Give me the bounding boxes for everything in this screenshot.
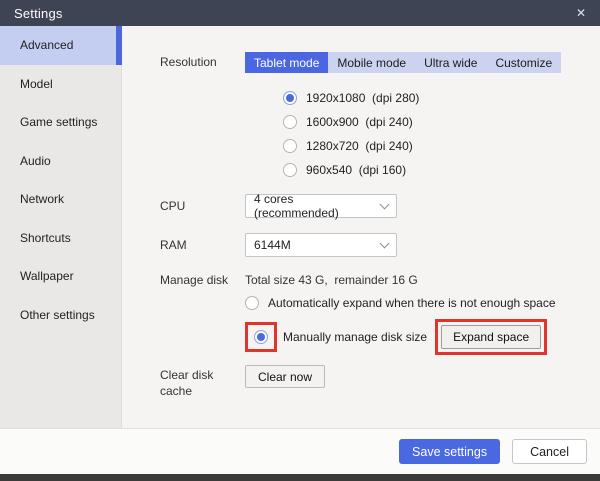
- sidebar-item-label: Wallpaper: [20, 269, 74, 283]
- manual-manage-radio[interactable]: [254, 330, 268, 344]
- titlebar: Settings ✕: [0, 0, 600, 26]
- save-settings-button[interactable]: Save settings: [399, 439, 500, 464]
- tab-tablet-mode[interactable]: Tablet mode: [245, 52, 328, 73]
- resolution-label: Resolution: [160, 52, 245, 73]
- radio-icon: [283, 139, 297, 153]
- clear-now-button[interactable]: Clear now: [245, 365, 325, 388]
- sidebar-item-label: Audio: [20, 154, 51, 168]
- cpu-label: CPU: [160, 194, 245, 218]
- close-icon[interactable]: ✕: [576, 7, 586, 19]
- expand-space-button[interactable]: Expand space: [441, 325, 541, 349]
- clear-cache-row: Clear disk cache Clear now: [160, 365, 600, 399]
- resolution-option-1920x1080[interactable]: 1920x1080 (dpi 280): [283, 86, 600, 110]
- selected-indicator: [116, 26, 122, 65]
- settings-window: Settings ✕ Advanced Model Game settings …: [0, 0, 600, 481]
- radio-icon: [283, 163, 297, 177]
- radio-checked-icon: [283, 91, 297, 105]
- sidebar-item-advanced[interactable]: Advanced: [0, 26, 121, 65]
- auto-expand-option[interactable]: Automatically expand when there is not e…: [245, 290, 556, 316]
- sidebar-item-other-settings[interactable]: Other settings: [0, 296, 121, 335]
- ram-row: RAM 6144M: [160, 233, 600, 257]
- sidebar-item-network[interactable]: Network: [0, 180, 121, 219]
- window-bottom-edge: [0, 474, 600, 481]
- sidebar-item-label: Other settings: [20, 308, 95, 322]
- sidebar-item-label: Model: [20, 77, 53, 91]
- sidebar-item-game-settings[interactable]: Game settings: [0, 103, 121, 142]
- cpu-selected-value: 4 cores (recommended): [254, 192, 381, 220]
- manual-manage-label[interactable]: Manually manage disk size: [283, 330, 427, 344]
- ram-selected-value: 6144M: [254, 238, 291, 252]
- radio-icon: [283, 115, 297, 129]
- resolution-mode-tabs: Tablet mode Mobile mode Ultra wide Custo…: [245, 52, 561, 73]
- resolution-row: Resolution Tablet mode Mobile mode Ultra…: [160, 52, 600, 73]
- manage-disk-row: Manage disk Total size 43 G, remainder 1…: [160, 270, 600, 355]
- ram-label: RAM: [160, 233, 245, 257]
- tab-mobile-mode[interactable]: Mobile mode: [328, 52, 415, 73]
- sidebar-item-label: Game settings: [20, 115, 97, 129]
- chevron-down-icon: [380, 238, 390, 248]
- resolution-options: 1920x1080 (dpi 280) 1600x900 (dpi 240) 1…: [283, 86, 600, 182]
- clear-cache-label: Clear disk cache: [160, 365, 245, 399]
- annotation-box-radio: [245, 322, 277, 352]
- sidebar-item-label: Network: [20, 192, 64, 206]
- sidebar-item-shortcuts[interactable]: Shortcuts: [0, 219, 121, 258]
- window-title: Settings: [14, 6, 63, 21]
- sidebar: Advanced Model Game settings Audio Netwo…: [0, 26, 122, 428]
- cpu-select[interactable]: 4 cores (recommended): [245, 194, 397, 218]
- sidebar-item-model[interactable]: Model: [0, 65, 121, 104]
- tab-customize[interactable]: Customize: [486, 52, 561, 73]
- annotation-box-button: Expand space: [435, 319, 547, 355]
- resolution-option-1280x720[interactable]: 1280x720 (dpi 240): [283, 134, 600, 158]
- chevron-down-icon: [380, 199, 390, 209]
- manage-disk-options: Total size 43 G, remainder 16 G Automati…: [245, 270, 556, 355]
- resolution-option-960x540[interactable]: 960x540 (dpi 160): [283, 158, 600, 182]
- cpu-row: CPU 4 cores (recommended): [160, 194, 600, 218]
- sidebar-item-audio[interactable]: Audio: [0, 142, 121, 181]
- cancel-button[interactable]: Cancel: [512, 439, 587, 464]
- sidebar-item-wallpaper[interactable]: Wallpaper: [0, 257, 121, 296]
- settings-panel: Resolution Tablet mode Mobile mode Ultra…: [122, 26, 600, 428]
- manual-manage-option-row: Manually manage disk size Expand space: [245, 319, 556, 355]
- resolution-option-1600x900[interactable]: 1600x900 (dpi 240): [283, 110, 600, 134]
- window-body: Advanced Model Game settings Audio Netwo…: [0, 26, 600, 428]
- sidebar-item-label: Advanced: [20, 38, 73, 52]
- tab-ultra-wide[interactable]: Ultra wide: [415, 52, 486, 73]
- ram-select[interactable]: 6144M: [245, 233, 397, 257]
- sidebar-item-label: Shortcuts: [20, 231, 71, 245]
- manage-disk-label: Manage disk: [160, 270, 245, 355]
- disk-size-summary: Total size 43 G, remainder 16 G: [245, 270, 556, 290]
- radio-icon: [245, 296, 259, 310]
- footer: Save settings Cancel: [0, 428, 600, 474]
